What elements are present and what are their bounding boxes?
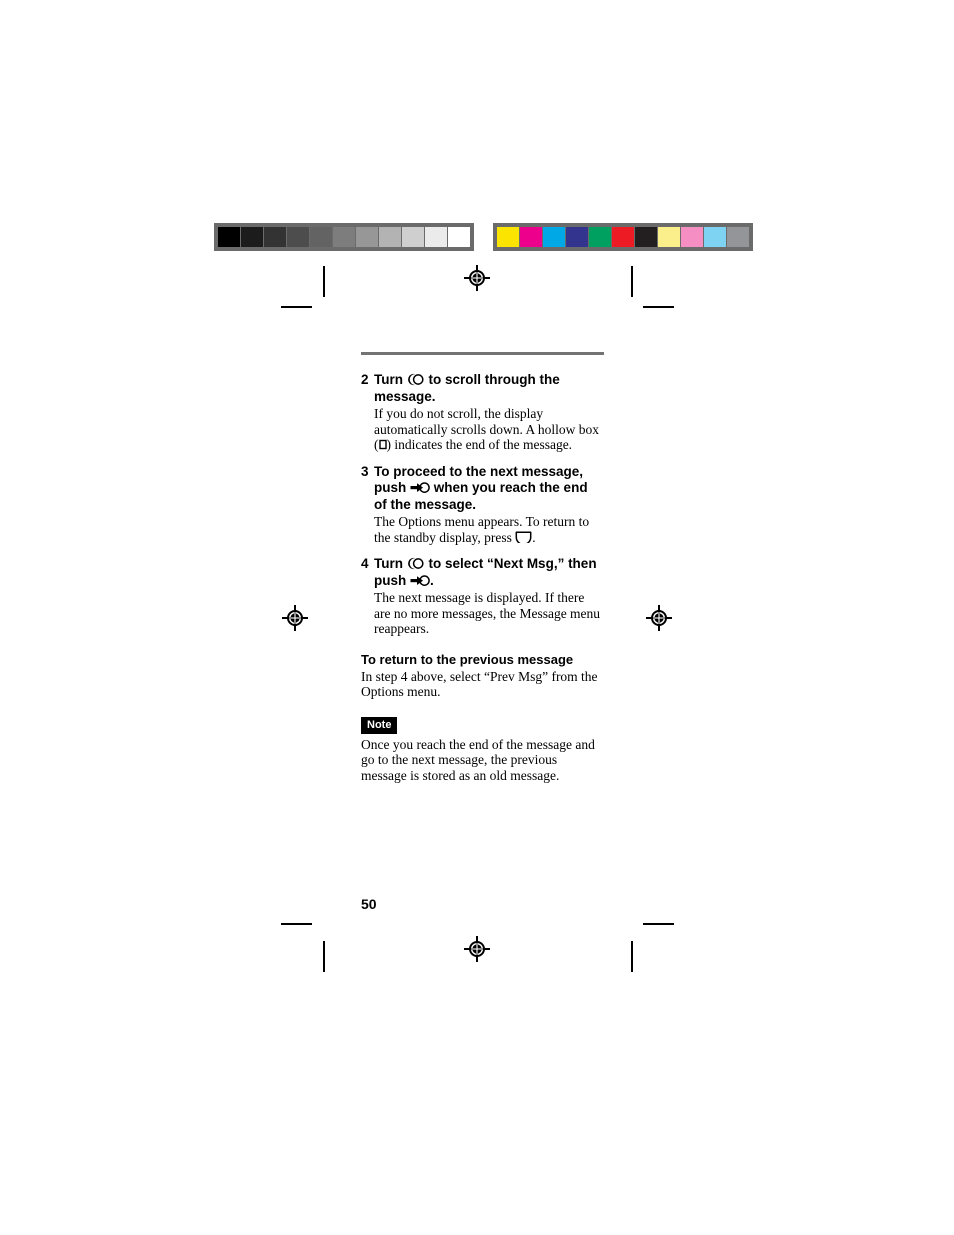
step-description-part-1: The Options menu appears. To return to t… bbox=[374, 514, 590, 545]
calibration-patch bbox=[520, 227, 542, 247]
page-number: 50 bbox=[361, 896, 377, 912]
page-content: 2 Turn to scroll through the message. If… bbox=[361, 352, 604, 783]
color-control-bar bbox=[493, 223, 753, 251]
step-number: 4 bbox=[361, 556, 369, 571]
registration-target-right bbox=[645, 604, 673, 632]
calibration-patch bbox=[635, 227, 657, 247]
step-heading-text-before: Turn bbox=[374, 556, 403, 571]
registration-target-left bbox=[281, 604, 309, 632]
hollow-box-icon bbox=[378, 439, 387, 450]
jog-dial-push-icon bbox=[410, 481, 430, 494]
step-heading-text-before: Turn bbox=[374, 372, 403, 387]
calibration-patch bbox=[425, 227, 447, 247]
grayscale-step-wedge bbox=[214, 223, 474, 251]
calibration-patch bbox=[333, 227, 355, 247]
calibration-patch bbox=[402, 227, 424, 247]
step-item: 2 Turn to scroll through the message. If… bbox=[361, 372, 604, 453]
calibration-patch bbox=[612, 227, 634, 247]
calibration-patch bbox=[543, 227, 565, 247]
crop-mark-bottom-right-horizontal bbox=[643, 923, 674, 925]
calibration-patch bbox=[566, 227, 588, 247]
step-description: The Options menu appears. To return to t… bbox=[374, 514, 604, 545]
registration-target-top-center bbox=[463, 264, 491, 292]
step-heading-text-after: . bbox=[430, 572, 434, 588]
calibration-patch bbox=[310, 227, 332, 247]
step-item: 3 To proceed to the next message, push w… bbox=[361, 464, 604, 546]
calibration-patch bbox=[727, 227, 749, 247]
registration-target-bottom-center bbox=[463, 935, 491, 963]
jog-dial-turn-icon bbox=[407, 557, 425, 570]
step-number: 3 bbox=[361, 463, 369, 479]
note-body: Once you reach the end of the message an… bbox=[361, 736, 595, 783]
step-heading: Turn to scroll through the message. bbox=[374, 372, 604, 405]
step-description: The next message is displayed. If there … bbox=[374, 590, 601, 636]
jog-dial-turn-icon bbox=[407, 373, 425, 386]
step-heading: Turn to select “Next Msg,” then push . bbox=[374, 556, 604, 589]
step-item: 4 Turn to select “Next Msg,” then push .… bbox=[361, 556, 604, 637]
crop-mark-top-right-vertical bbox=[631, 266, 633, 297]
calibration-patch bbox=[658, 227, 680, 247]
standby-key-icon bbox=[515, 530, 532, 543]
section-heading: To return to the previous message bbox=[361, 651, 574, 667]
crop-mark-bottom-left-horizontal bbox=[281, 923, 312, 925]
calibration-patch bbox=[241, 227, 263, 247]
header-rule bbox=[361, 352, 604, 355]
crop-mark-top-left-vertical bbox=[323, 266, 325, 297]
calibration-patch bbox=[497, 227, 519, 247]
step-description-part-2: . bbox=[532, 529, 536, 545]
crop-mark-top-right-horizontal bbox=[643, 306, 674, 308]
calibration-patch bbox=[448, 227, 470, 247]
calibration-patch bbox=[287, 227, 309, 247]
calibration-patch bbox=[264, 227, 286, 247]
section-body: In step 4 above, select “Prev Msg” from … bbox=[361, 668, 598, 700]
step-heading-text-after: when you reach the end of the message. bbox=[374, 480, 588, 512]
calibration-patch bbox=[218, 227, 240, 247]
calibration-patch bbox=[704, 227, 726, 247]
crop-mark-bottom-left-vertical bbox=[323, 941, 325, 972]
calibration-patch bbox=[356, 227, 378, 247]
calibration-patch bbox=[681, 227, 703, 247]
calibration-patch bbox=[379, 227, 401, 247]
crop-mark-top-left-horizontal bbox=[281, 306, 312, 308]
jog-dial-push-icon bbox=[410, 574, 430, 587]
step-number: 2 bbox=[361, 372, 369, 387]
step-heading: To proceed to the next message, push whe… bbox=[374, 464, 604, 514]
step-description-part-2: ) indicates the end of the message. bbox=[386, 437, 573, 452]
note-badge: Note bbox=[361, 716, 398, 734]
step-description: If you do not scroll, the display automa… bbox=[374, 406, 604, 453]
calibration-patch bbox=[589, 227, 611, 247]
crop-mark-bottom-right-vertical bbox=[631, 941, 633, 972]
